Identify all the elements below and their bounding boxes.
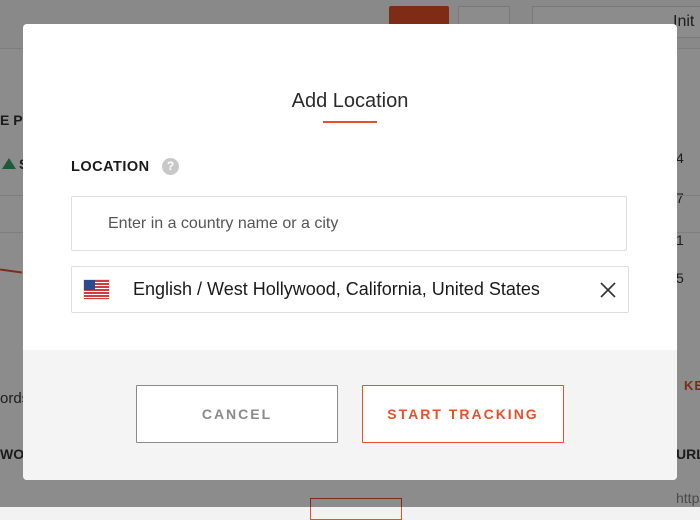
dialog-footer: CANCEL START TRACKING — [23, 350, 677, 480]
start-tracking-button[interactable]: START TRACKING — [362, 385, 564, 443]
dialog-title: Add Location — [291, 90, 409, 112]
cancel-button[interactable]: CANCEL — [136, 385, 338, 443]
location-search-input[interactable] — [71, 196, 627, 251]
selected-location-item: English / West Hollywood, California, Un… — [71, 266, 629, 313]
add-location-dialog: Add Location LOCATION ? English / West H… — [23, 24, 677, 480]
us-flag-icon — [84, 280, 109, 299]
location-label: LOCATION — [71, 159, 150, 175]
close-icon[interactable] — [599, 281, 617, 299]
selected-location-label: English / West Hollywood, California, Un… — [133, 279, 540, 299]
title-underline — [323, 121, 377, 123]
help-icon[interactable]: ? — [162, 158, 179, 175]
